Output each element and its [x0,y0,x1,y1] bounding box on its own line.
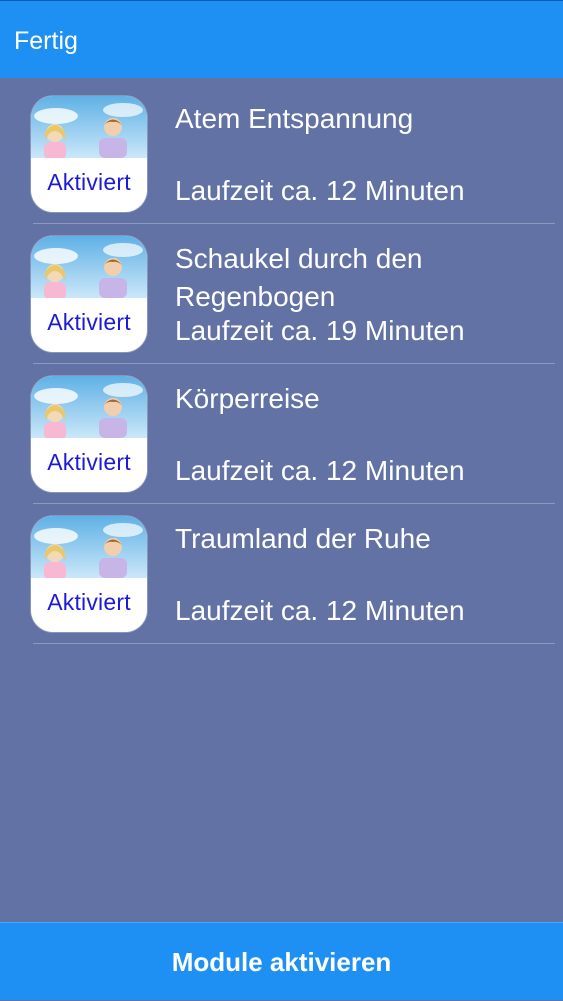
activated-badge: Aktiviert [47,169,131,195]
module-runtime: Laufzeit ca. 12 Minuten [175,595,465,626]
row-divider [33,643,555,644]
module-title: Schaukel durch den Regenbogen [175,243,423,312]
kids-sky-thumbnail-icon: Aktiviert [31,516,147,632]
module-row-schaukel-durch-den-regenbogen[interactable]: Aktiviert Schaukel durch den Regenbogen … [0,224,563,364]
module-title: Körperreise [175,383,320,414]
module-runtime: Laufzeit ca. 12 Minuten [175,455,465,486]
module-row-koerperreise[interactable]: Aktiviert Körperreise Laufzeit ca. 12 Mi… [0,364,563,504]
bottom-action-bar: Module aktivieren [0,922,563,1000]
module-runtime: Laufzeit ca. 19 Minuten [175,315,465,346]
activate-modules-button[interactable]: Module aktivieren [0,923,563,1001]
module-title: Traumland der Ruhe [175,523,431,554]
module-row-atem-entspannung[interactable]: Aktiviert Atem Entspannung Laufzeit ca. … [0,84,563,224]
module-title: Atem Entspannung [175,103,414,134]
kids-sky-thumbnail-icon: Aktiviert [31,96,147,212]
activated-badge: Aktiviert [47,589,131,615]
done-button[interactable]: Fertig [14,25,78,57]
activated-badge: Aktiviert [47,309,131,335]
module-runtime: Laufzeit ca. 12 Minuten [175,175,465,206]
module-list: Aktiviert Atem Entspannung Laufzeit ca. … [0,84,563,644]
module-row-traumland-der-ruhe[interactable]: Aktiviert Traumland der Ruhe Laufzeit ca… [0,504,563,644]
kids-sky-thumbnail-icon: Aktiviert [31,236,147,352]
top-navigation-bar: Fertig [0,0,563,78]
kids-sky-thumbnail-icon: Aktiviert [31,376,147,492]
activated-badge: Aktiviert [47,449,131,475]
